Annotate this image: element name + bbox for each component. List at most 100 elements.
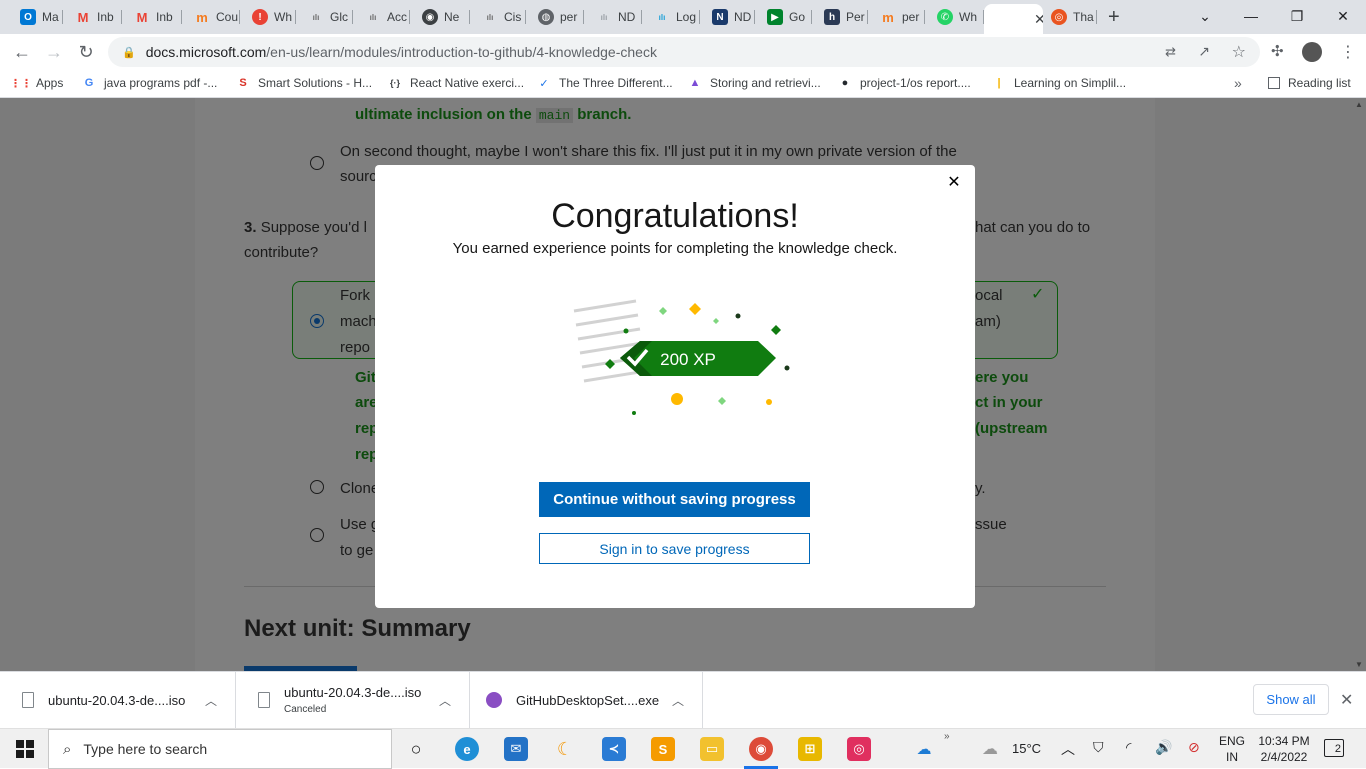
- tab-search-chevron-icon[interactable]: ⌄: [1182, 0, 1228, 32]
- browser-tab[interactable]: M Inb: [63, 4, 122, 30]
- taskbar-search-input[interactable]: ⌕ Type here to search: [48, 729, 392, 769]
- clock[interactable]: 10:34 PM 2/4/2022: [1256, 733, 1312, 765]
- notion-icon: N: [712, 9, 728, 25]
- address-bar[interactable]: 🔒 docs.microsoft.com/en-us/learn/modules…: [108, 37, 1260, 67]
- browser-tab[interactable]: ✕: [984, 4, 1043, 34]
- eclipse-icon[interactable]: ☾: [553, 737, 577, 761]
- sublime-icon[interactable]: S: [651, 737, 675, 761]
- forward-arrow-icon[interactable]: →: [42, 40, 66, 64]
- extensions-puzzle-icon[interactable]: ✣: [1271, 42, 1284, 60]
- sign-in-button[interactable]: Sign in to save progress: [539, 533, 810, 564]
- edge-icon[interactable]: e: [455, 737, 479, 761]
- option-radio-use[interactable]: [310, 528, 324, 542]
- onedrive-icon[interactable]: ☁: [912, 737, 936, 761]
- security-shield-icon[interactable]: ⛉: [1093, 739, 1104, 756]
- cortana-icon[interactable]: ○: [404, 737, 428, 761]
- page-scrollbar[interactable]: ▲ ▼: [1352, 98, 1366, 671]
- browser-tab[interactable]: m per: [868, 4, 925, 30]
- browser-tab[interactable]: m Cou: [182, 4, 240, 30]
- download-item[interactable]: ubuntu-20.04.3-de....iso Canceled ︿: [236, 672, 470, 728]
- ubuntu-icon: ◎: [1051, 9, 1067, 25]
- download-item[interactable]: ubuntu-20.04.3-de....iso ︿: [0, 672, 236, 728]
- bookmark-item[interactable]: S Smart Solutions - H...: [236, 76, 372, 90]
- file-explorer-icon[interactable]: ▭: [700, 737, 724, 761]
- bookmark-item[interactable]: Gjava programs pdf -...: [82, 76, 218, 90]
- bookmark-item[interactable]: ● project-1/os report....: [838, 76, 971, 90]
- tab-separator: [1096, 10, 1097, 24]
- browser-tab[interactable]: ılı Glc: [296, 4, 353, 30]
- windows-start-icon[interactable]: [16, 740, 34, 758]
- continue-without-saving-button[interactable]: Continue without saving progress: [539, 482, 810, 517]
- browser-tab[interactable]: ▶ Go: [755, 4, 812, 30]
- chevron-up-icon[interactable]: ︿: [439, 692, 451, 709]
- option-radio-clone[interactable]: [310, 480, 324, 494]
- language-indicator[interactable]: ENG IN: [1219, 733, 1245, 765]
- share-icon[interactable]: ↗: [1198, 43, 1210, 60]
- chrome-icon[interactable]: ◉: [749, 737, 773, 761]
- close-window-button[interactable]: ✕: [1320, 0, 1366, 32]
- show-all-button[interactable]: Show all: [1253, 684, 1329, 715]
- close-icon[interactable]: ✕: [945, 173, 963, 191]
- download-filename: GitHubDesktopSet....exe: [516, 692, 660, 708]
- creative-cloud-icon[interactable]: ◎: [847, 737, 871, 761]
- inline-code: main: [535, 108, 574, 123]
- bookmark-item[interactable]: ▲ Storing and retrievi...: [688, 76, 821, 90]
- volume-icon[interactable]: 🔊: [1155, 739, 1172, 756]
- browser-tab[interactable]: h Per: [812, 4, 868, 30]
- url-path: /en-us/learn/modules/introduction-to-git…: [266, 44, 657, 60]
- new-tab-button[interactable]: +: [1108, 6, 1120, 29]
- menu-kebab-icon[interactable]: ⋮: [1340, 42, 1356, 62]
- browser-tab[interactable]: M Inb: [122, 4, 182, 30]
- tab-title: Acc: [387, 10, 408, 24]
- option-radio-private[interactable]: [310, 156, 324, 170]
- battery-alert-icon[interactable]: ⊘: [1188, 739, 1200, 756]
- tab-title: Go: [789, 10, 806, 24]
- xp-amount: 200 XP: [660, 350, 716, 369]
- chevron-up-icon[interactable]: ︿: [672, 692, 684, 709]
- browser-tab[interactable]: ◎ Tha: [1039, 4, 1097, 30]
- download-item[interactable]: GitHubDesktopSet....exe ︿: [470, 672, 703, 728]
- reading-list-button[interactable]: Reading list: [1268, 76, 1351, 90]
- chevron-up-icon[interactable]: ︿: [1061, 739, 1075, 759]
- wifi-icon[interactable]: ◜: [1126, 739, 1131, 756]
- chevron-up-icon[interactable]: ︿: [205, 692, 217, 709]
- browser-toolbar: ← → ↻ 🔒 docs.microsoft.com/en-us/learn/m…: [0, 34, 1366, 70]
- mail-icon[interactable]: ✉: [504, 737, 528, 761]
- vscode-icon[interactable]: ≺: [602, 737, 626, 761]
- browser-tab[interactable]: N ND: [700, 4, 755, 30]
- minimize-button[interactable]: —: [1228, 0, 1274, 32]
- browser-tab[interactable]: ılı Log: [642, 4, 700, 30]
- answer-radio-selected[interactable]: [310, 314, 324, 328]
- url-domain: docs.microsoft.com: [145, 44, 267, 60]
- translate-icon[interactable]: ⇄: [1165, 44, 1176, 60]
- reload-icon[interactable]: ↻: [74, 40, 98, 64]
- bookmark-item[interactable]: ✓ The Three Different...: [537, 76, 672, 90]
- search-placeholder: Type here to search: [83, 741, 208, 757]
- browser-tab[interactable]: O Ma: [8, 4, 63, 30]
- browser-tab[interactable]: ılı Cis: [470, 4, 526, 30]
- browser-tab[interactable]: ılı ND: [584, 4, 642, 30]
- notifications-icon[interactable]: 2: [1324, 739, 1344, 757]
- bookmarks-overflow-chevron-icon[interactable]: »: [1234, 75, 1242, 91]
- mobaxterm-icon[interactable]: ⊞: [798, 737, 822, 761]
- language-code: ENG: [1219, 734, 1246, 748]
- tray-overflow-icon[interactable]: »: [944, 731, 950, 742]
- google-icon: G: [84, 77, 94, 89]
- weather-temperature[interactable]: 15°C: [1012, 741, 1041, 756]
- profile-avatar[interactable]: [1302, 42, 1322, 62]
- back-arrow-icon[interactable]: ←: [10, 40, 34, 64]
- restore-button[interactable]: ❐: [1274, 0, 1320, 32]
- bookmark-item[interactable]: {·} React Native exerci...: [388, 76, 524, 90]
- bookmark-item[interactable]: | Learning on Simplil...: [992, 76, 1126, 90]
- scroll-up-arrow-icon[interactable]: ▲: [1355, 100, 1363, 109]
- browser-tab[interactable]: ✆ Wh: [925, 4, 984, 30]
- scroll-down-arrow-icon[interactable]: ▼: [1355, 660, 1363, 669]
- bookmark-item[interactable]: ⋮⋮ Apps: [10, 76, 63, 90]
- bookmark-star-icon[interactable]: ☆: [1232, 42, 1246, 62]
- close-downloads-icon[interactable]: ✕: [1340, 690, 1353, 710]
- browser-tab[interactable]: ılı Acc: [353, 4, 410, 30]
- browser-tab[interactable]: ◍ per: [526, 4, 584, 30]
- browser-tab[interactable]: ◉ Ne: [410, 4, 470, 30]
- browser-tab[interactable]: ! Wh: [240, 4, 296, 30]
- bookmarks-bar: ⋮⋮ Apps Gjava programs pdf -... S Smart Solu…: [0, 70, 1366, 98]
